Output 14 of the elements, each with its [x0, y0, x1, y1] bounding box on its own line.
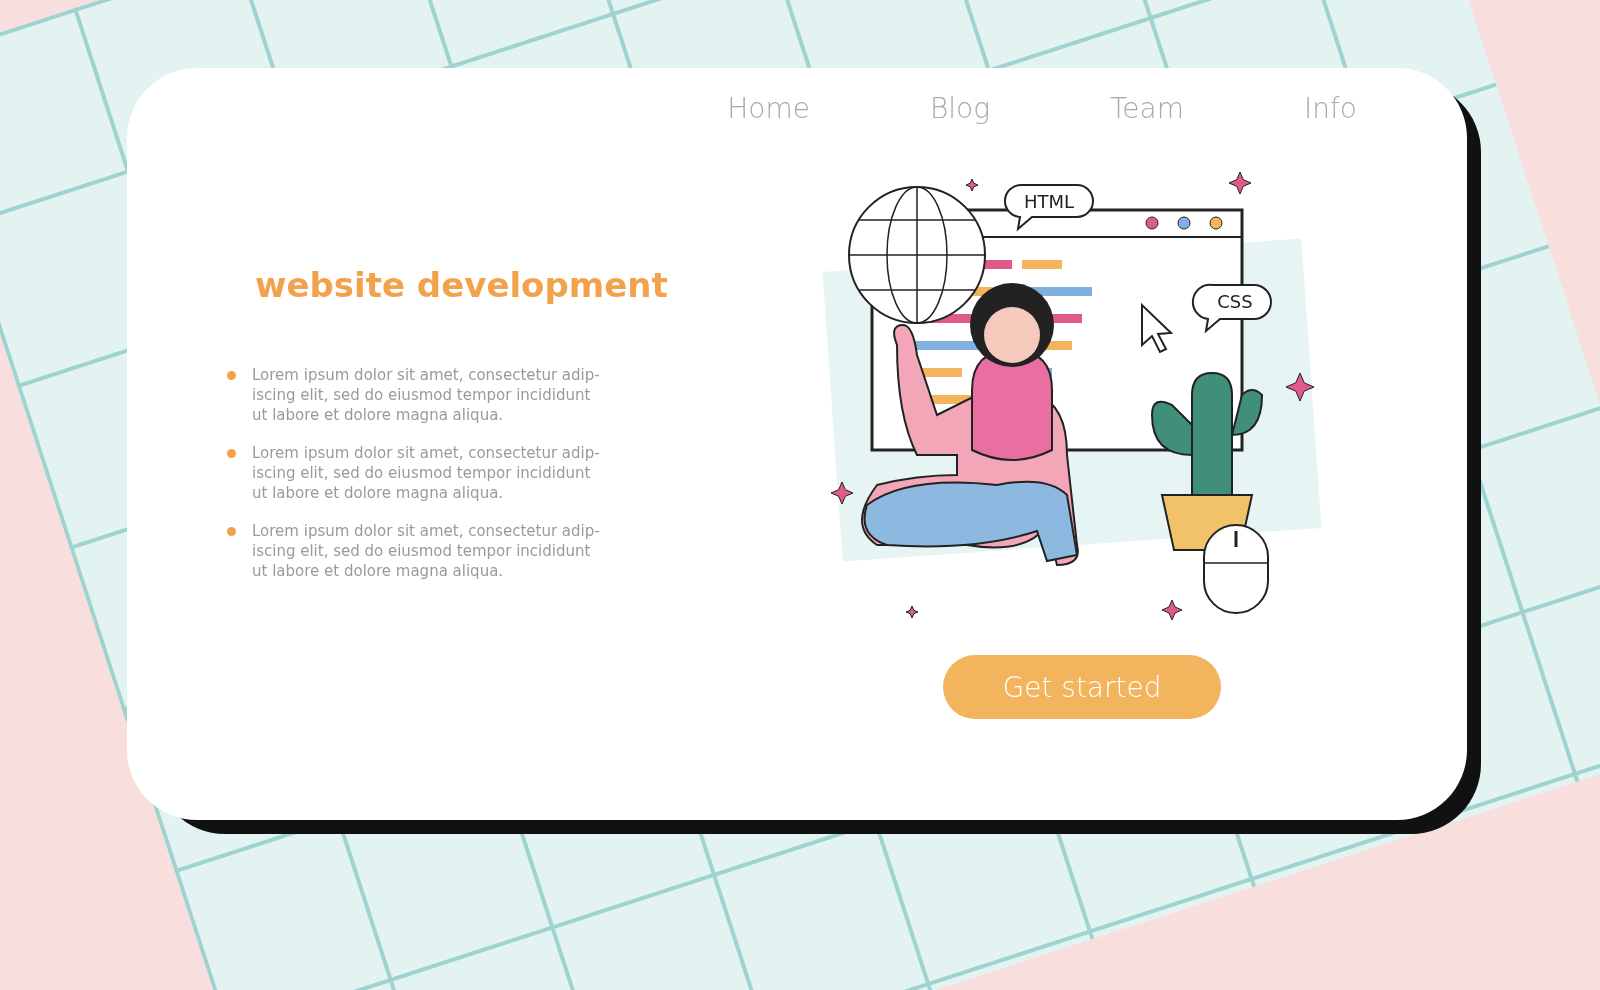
bullet-dot-icon [227, 527, 236, 536]
nav-link[interactable]: Home [727, 92, 810, 125]
bullet-text: Lorem ipsum dolor sit amet, consectetur adip-iscing elit, sed do eiusmod tempor incididunt ut labore et dolore magna aliqua. [252, 443, 601, 503]
bullet-dot-icon [227, 449, 236, 458]
bullet-text: Lorem ipsum dolor sit amet, consectetur adip-iscing elit, sed do eiusmod tempor incididunt ut labore et dolore magna aliqua. [252, 365, 601, 425]
bubble-label: CSS [1217, 291, 1253, 312]
get-started-button[interactable]: Get started [943, 655, 1221, 719]
bullet-text: Lorem ipsum dolor sit amet, consectetur adip-iscing elit, sed do eiusmod tempor incididunt ut labore et dolore magna aliqua. [252, 521, 601, 581]
bullet-dot-icon [227, 371, 236, 380]
heading: website development [255, 265, 669, 305]
nav-link[interactable]: Blog [929, 92, 990, 125]
nav-link[interactable]: Info [1304, 92, 1357, 125]
bubble-label: HTML [1023, 191, 1075, 212]
nav-link[interactable]: Team [1110, 92, 1184, 125]
